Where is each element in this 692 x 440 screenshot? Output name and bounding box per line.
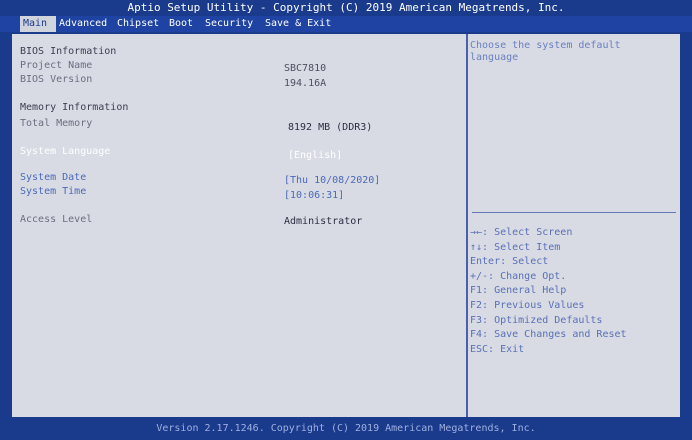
key-change-opt: +/-: Change Opt. [470,270,567,282]
key-legend: →←: Select Screen ↑↓: Select Item Enter:… [470,226,676,357]
project-name-label: Project Name [20,60,93,71]
project-name-value: SBC7810 [284,63,327,74]
bios-info-header: BIOS Information [20,46,117,57]
tab-main[interactable]: Main [20,16,56,32]
key-previous-values: F2: Previous Values [470,299,585,311]
help-panel: Choose the system default language →←: S… [468,34,680,417]
help-separator [472,212,676,213]
system-date-label[interactable]: System Date [20,172,86,184]
total-memory-value: 8192 MB (DDR3) [288,122,373,133]
bios-version-label: BIOS Version [20,74,93,85]
key-general-help: F1: General Help [470,285,567,297]
key-exit: ESC: Exit [470,343,525,355]
tab-advanced[interactable]: Advanced [56,16,114,32]
total-memory-label: Total Memory [20,118,93,129]
tab-security[interactable]: Security [202,16,260,32]
system-date-value[interactable]: [Thu 10/08/2020] [284,175,380,187]
tab-bar: Main Advanced Chipset Boot Security Save… [0,16,692,32]
system-language-value[interactable]: [English] [288,150,342,162]
memory-info-header: Memory Information [20,102,129,113]
main-panel: BIOS Information Project Name SBC7810 BI… [12,34,466,417]
key-optimized-defaults: F3: Optimized Defaults [470,314,603,326]
system-time-label[interactable]: System Time [20,186,86,198]
system-time-value[interactable]: [10:06:31] [284,190,344,202]
title-bar: Aptio Setup Utility - Copyright (C) 2019… [0,0,692,16]
key-save-reset: F4: Save Changes and Reset [470,329,627,341]
bios-screen: Aptio Setup Utility - Copyright (C) 2019… [0,0,692,440]
bios-version-value: 194.16A [284,78,327,89]
key-enter-select: Enter: Select [470,256,549,268]
access-level-label: Access Level [20,214,93,225]
key-select-item: ↑↓: Select Item [470,241,561,253]
tab-save-exit[interactable]: Save & Exit [262,16,342,32]
footer-version: Version 2.17.1246. Copyright (C) 2019 Am… [0,418,692,440]
help-description: Choose the system default language [470,40,621,63]
system-language-label[interactable]: System Language [20,146,110,158]
access-level-value: Administrator [284,216,363,227]
tab-chipset[interactable]: Chipset [114,16,164,32]
content-area: BIOS Information Project Name SBC7810 BI… [12,34,680,417]
tab-boot[interactable]: Boot [166,16,200,32]
key-select-screen: →←: Select Screen [470,227,573,238]
